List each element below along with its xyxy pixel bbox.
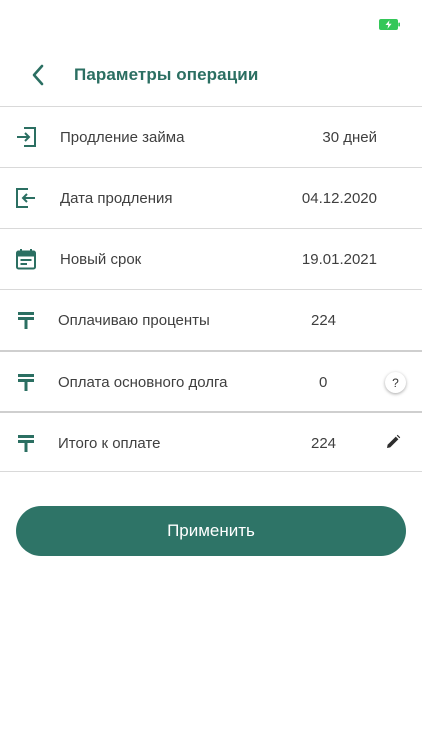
list-item-extension-date: Дата продления 04.12.2020 [0, 167, 422, 228]
status-bar [0, 0, 422, 44]
list-item-interest-payment: Оплачиваю проценты 224 [0, 289, 422, 350]
chevron-left-icon [32, 64, 44, 86]
tenge-icon [15, 309, 37, 331]
row-value: 0 [319, 374, 328, 391]
row-label: Новый срок [60, 251, 142, 268]
row-value: 30 дней [322, 129, 377, 146]
header: Параметры операции [0, 44, 422, 106]
row-label: Продление займа [60, 129, 185, 146]
edit-button[interactable] [383, 432, 403, 452]
operation-parameters-list: Продление займа 30 дней Дата продления 0… [0, 106, 422, 472]
battery-charging-icon [379, 19, 400, 30]
row-value: 224 [311, 312, 337, 329]
row-value: 19.01.2021 [301, 251, 377, 268]
page-title: Параметры операции [74, 65, 259, 84]
row-value: 224 [311, 435, 337, 452]
login-arrow-icon [15, 126, 37, 148]
apply-button[interactable]: Применить [16, 506, 406, 556]
help-button[interactable]: ? [385, 372, 406, 393]
pencil-icon [387, 434, 401, 448]
tenge-icon [15, 371, 37, 393]
row-label: Оплачиваю проценты [58, 312, 210, 329]
calendar-icon [15, 248, 37, 270]
row-label: Итого к оплате [58, 435, 161, 452]
row-label: Оплата основного долга [58, 374, 228, 391]
list-item-principal-payment: Оплата основного долга 0 ? [0, 350, 422, 411]
back-button[interactable] [22, 60, 54, 90]
row-label: Дата продления [60, 190, 173, 207]
tenge-icon [15, 432, 37, 454]
list-item-new-term: Новый срок 19.01.2021 [0, 228, 422, 289]
list-item-total-payment: Итого к оплате 224 [0, 411, 422, 472]
row-value: 04.12.2020 [301, 190, 377, 207]
list-item-loan-extension: Продление займа 30 дней [0, 106, 422, 167]
logout-arrow-icon [15, 187, 37, 209]
